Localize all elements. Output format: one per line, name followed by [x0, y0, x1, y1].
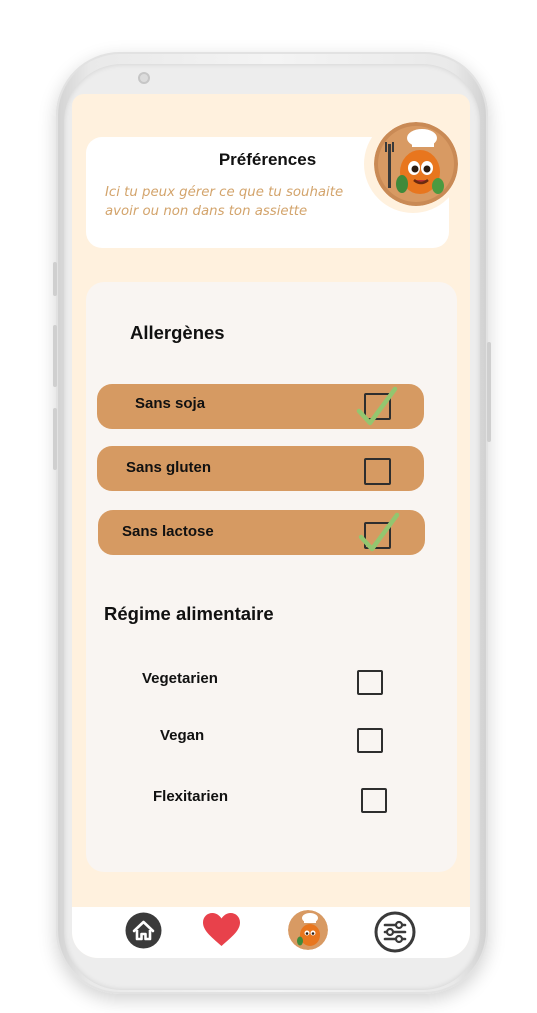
home-icon[interactable] [125, 912, 162, 949]
chef-mascot-avatar[interactable] [374, 122, 458, 206]
chef-avatar-icon [288, 910, 328, 950]
heart-icon[interactable] [202, 912, 241, 948]
diet-label-vegan: Vegan [160, 727, 205, 744]
diet-label-vegetarien: Vegetarien [142, 670, 218, 687]
diet-checkbox-vegan[interactable] [357, 728, 383, 753]
check-icon [356, 386, 398, 426]
allergen-checkbox-gluten[interactable] [364, 458, 391, 485]
diet-title: Régime alimentaire [104, 603, 274, 624]
allergen-label: Sans lactose [122, 523, 214, 540]
camera-icon [138, 72, 150, 84]
diet-label-flexitarien: Flexitarien [153, 788, 229, 805]
side-button-left-2 [53, 325, 57, 387]
side-button-right [487, 342, 491, 442]
allergen-label: Sans gluten [126, 459, 212, 476]
diet-checkbox-flexitarien[interactable] [361, 788, 387, 813]
chef-avatar-nav[interactable] [288, 910, 328, 950]
page-subtitle: Ici tu peux gérer ce que tu souhaite avo… [105, 185, 344, 219]
chef-mascot-icon [374, 122, 458, 206]
allergen-label: Sans soja [135, 395, 206, 412]
preferences-panel [86, 282, 457, 872]
check-icon [358, 512, 400, 552]
allergens-title: Allergènes [130, 322, 225, 343]
sliders-icon[interactable] [374, 911, 416, 953]
side-button-left-3 [53, 408, 57, 470]
diet-checkbox-vegetarien[interactable] [357, 670, 383, 695]
side-button-left-1 [53, 262, 57, 296]
